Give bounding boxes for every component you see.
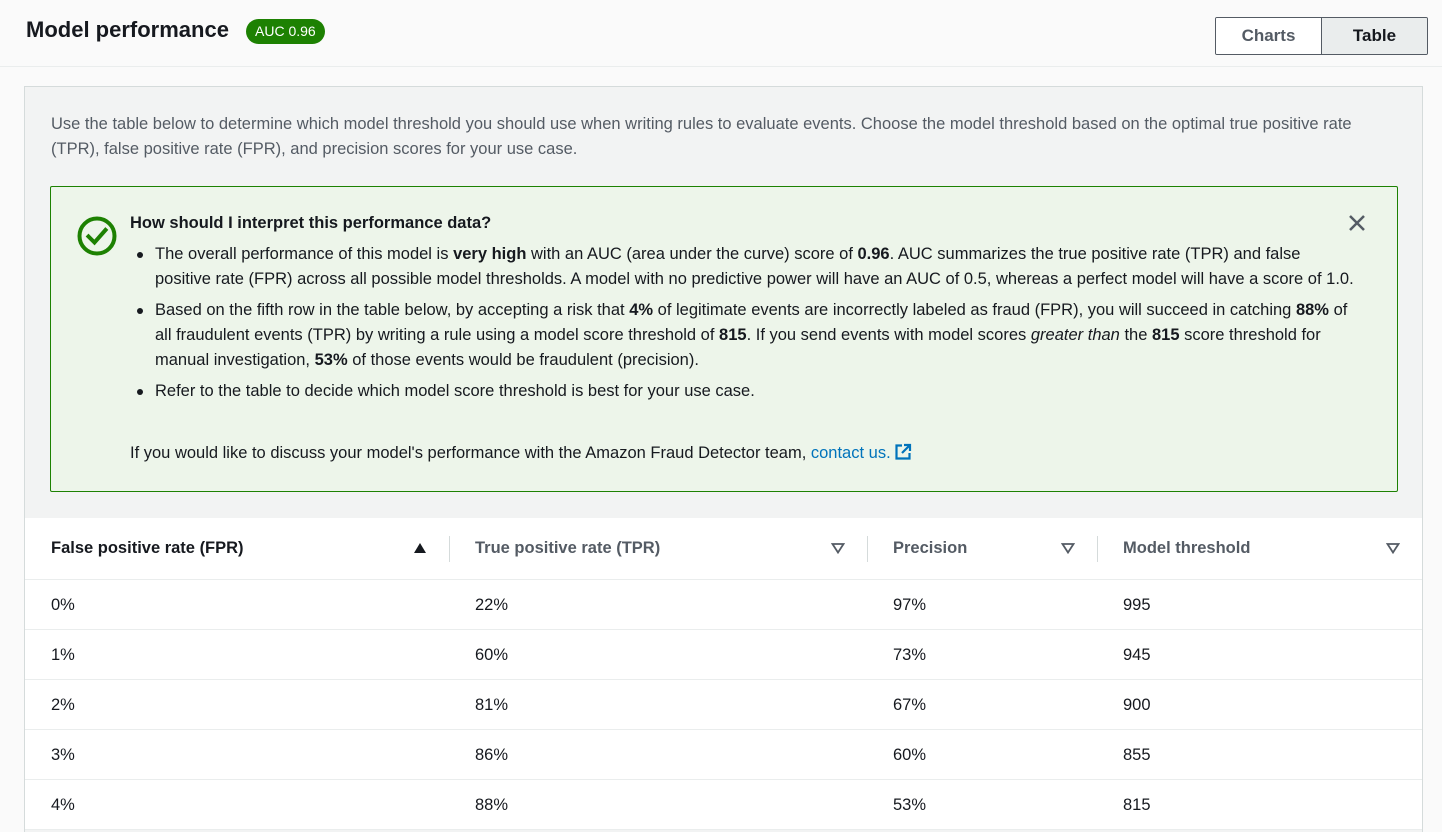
fpr-cell: 0% [51, 596, 75, 614]
charts-tab-button[interactable]: Charts [1216, 18, 1321, 54]
precision-cell: 73% [893, 646, 927, 664]
tpr-cell: 86% [475, 746, 509, 764]
alert-bullet-list: The overall performance of this model is… [135, 242, 1355, 410]
auc-badge: AUC 0.96 [246, 19, 325, 44]
fpr-cell: 4% [51, 796, 75, 814]
table-row: 1% 60% 73% 945 [25, 630, 1422, 680]
description-text: Use the table below to determine which m… [51, 115, 1352, 158]
table-row: 0% 22% 97% 995 [25, 580, 1422, 630]
view-toggle: Charts Table [1215, 17, 1428, 55]
tpr-cell: 60% [475, 646, 509, 664]
threshold-cell: 945 [1123, 646, 1151, 664]
performance-table: False positive rate (FPR) True positive … [25, 518, 1422, 830]
fpr-column-header[interactable]: False positive rate (FPR) [25, 518, 449, 579]
close-icon[interactable] [1347, 213, 1367, 233]
check-circle-icon [77, 216, 117, 256]
tpr-cell: 22% [475, 596, 509, 614]
tpr-cell: 88% [475, 796, 509, 814]
table-tab-button[interactable]: Table [1321, 18, 1427, 54]
table-row: 4% 88% 53% 815 [25, 780, 1422, 830]
fpr-cell: 1% [51, 646, 75, 664]
threshold-cell: 815 [1123, 796, 1151, 814]
alert-bullet-example: Based on the fifth row in the table belo… [135, 298, 1355, 373]
fpr-cell: 2% [51, 696, 75, 714]
precision-cell: 60% [893, 746, 927, 764]
performance-panel: Use the table below to determine which m… [24, 86, 1423, 832]
sort-unsorted-icon [1061, 543, 1075, 554]
fpr-cell: 3% [51, 746, 75, 764]
table-header-row: False positive rate (FPR) True positive … [25, 518, 1422, 580]
precision-column-header[interactable]: Precision [867, 518, 1097, 579]
precision-cell: 53% [893, 796, 927, 814]
page-title: Model performance [26, 17, 229, 42]
contact-us-link[interactable]: contact us. [811, 443, 912, 462]
external-link-icon [895, 443, 911, 460]
sort-unsorted-icon [831, 543, 845, 554]
interpretation-alert: How should I interpret this performance … [50, 186, 1398, 492]
threshold-cell: 995 [1123, 596, 1151, 614]
page-header: Model performance AUC 0.96 Charts Table [0, 0, 1442, 67]
threshold-column-header[interactable]: Model threshold [1097, 518, 1422, 579]
threshold-cell: 855 [1123, 746, 1151, 764]
alert-bullet-refer: Refer to the table to decide which model… [135, 379, 1355, 404]
sort-unsorted-icon [1386, 543, 1400, 554]
alert-bullet-auc: The overall performance of this model is… [135, 242, 1355, 292]
alert-title: How should I interpret this performance … [130, 214, 492, 232]
precision-cell: 67% [893, 696, 927, 714]
precision-cell: 97% [893, 596, 927, 614]
alert-footer: If you would like to discuss your model'… [130, 441, 912, 466]
table-row: 2% 81% 67% 900 [25, 680, 1422, 730]
sort-ascending-icon [414, 543, 426, 553]
threshold-cell: 900 [1123, 696, 1151, 714]
table-row: 3% 86% 60% 855 [25, 730, 1422, 780]
tpr-cell: 81% [475, 696, 509, 714]
tpr-column-header[interactable]: True positive rate (TPR) [449, 518, 867, 579]
